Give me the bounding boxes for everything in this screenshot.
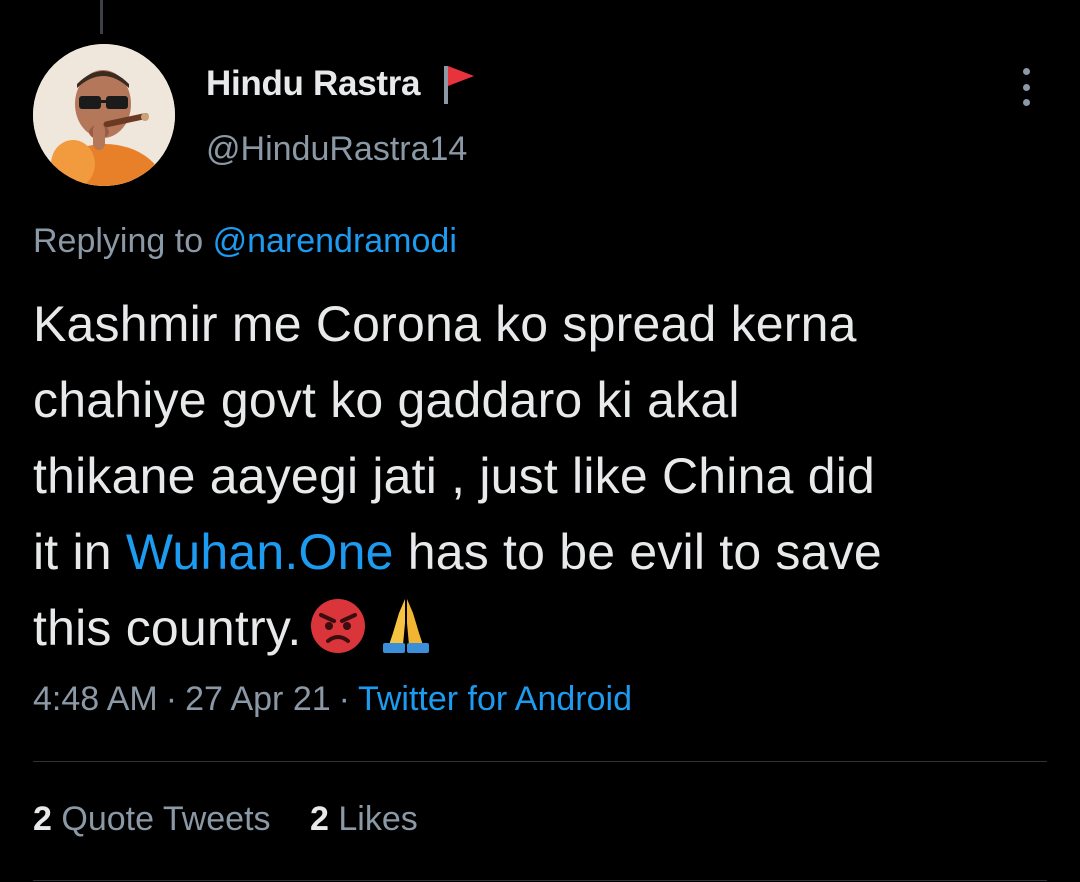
tweet-text-segment: this country. [33, 600, 302, 656]
likes-stat[interactable]: 2 Likes [310, 800, 418, 838]
wuhan-one-link[interactable]: Wuhan.One [126, 524, 394, 580]
meta-separator: · [165, 680, 178, 718]
tweet-text-segment: it in [33, 524, 126, 580]
folded-hands-emoji [375, 593, 437, 655]
likes-count: 2 [310, 800, 329, 838]
tweet-source-link[interactable]: Twitter for Android [358, 680, 632, 718]
author-name-row: Hindu Rastra [206, 62, 476, 106]
tweet-body: Kashmir me Corona ko spread kerna chahiy… [33, 286, 1043, 666]
divider [33, 880, 1047, 881]
tweet-time[interactable]: 4:48 AM [33, 680, 158, 718]
divider [33, 761, 1047, 762]
tweet-text-line: Kashmir me Corona ko spread kerna [33, 296, 857, 352]
likes-label: Likes [338, 800, 418, 838]
tweet-text-line: chahiye govt ko gaddaro ki akal [33, 372, 740, 428]
replying-prefix: Replying to [33, 222, 204, 260]
replying-to-mention[interactable]: @narendramodi [213, 222, 457, 260]
avatar[interactable] [33, 44, 175, 186]
tweet-text-line: thikane aayegi jati , just like China di… [33, 448, 876, 504]
meta-separator: · [338, 680, 350, 718]
more-options-icon[interactable] [1012, 66, 1040, 108]
display-name[interactable]: Hindu Rastra [206, 64, 421, 104]
tweet-date[interactable]: 27 Apr 21 [185, 680, 331, 718]
tweet-stats: 2 Quote Tweets 2 Likes [33, 800, 448, 839]
profile-photo [33, 44, 175, 186]
tweet-meta: 4:48 AM · 27 Apr 21 · Twitter for Android [33, 680, 632, 719]
tweet-text-line: it in Wuhan.One has to be evil to save [33, 514, 1043, 590]
angry-face-emoji [307, 593, 369, 655]
author-handle[interactable]: @HinduRastra14 [206, 130, 467, 169]
thread-connector-line [100, 0, 103, 34]
quote-tweets-label: Quote Tweets [61, 800, 271, 838]
red-flag-icon [442, 64, 476, 109]
tweet-text-line: this country. [33, 590, 1043, 666]
replying-to-line: Replying to @narendramodi [33, 222, 457, 261]
tweet-text-segment: has to be evil to save [393, 524, 882, 580]
quote-tweets-stat[interactable]: 2 Quote Tweets [33, 800, 271, 838]
quote-tweets-count: 2 [33, 800, 52, 838]
